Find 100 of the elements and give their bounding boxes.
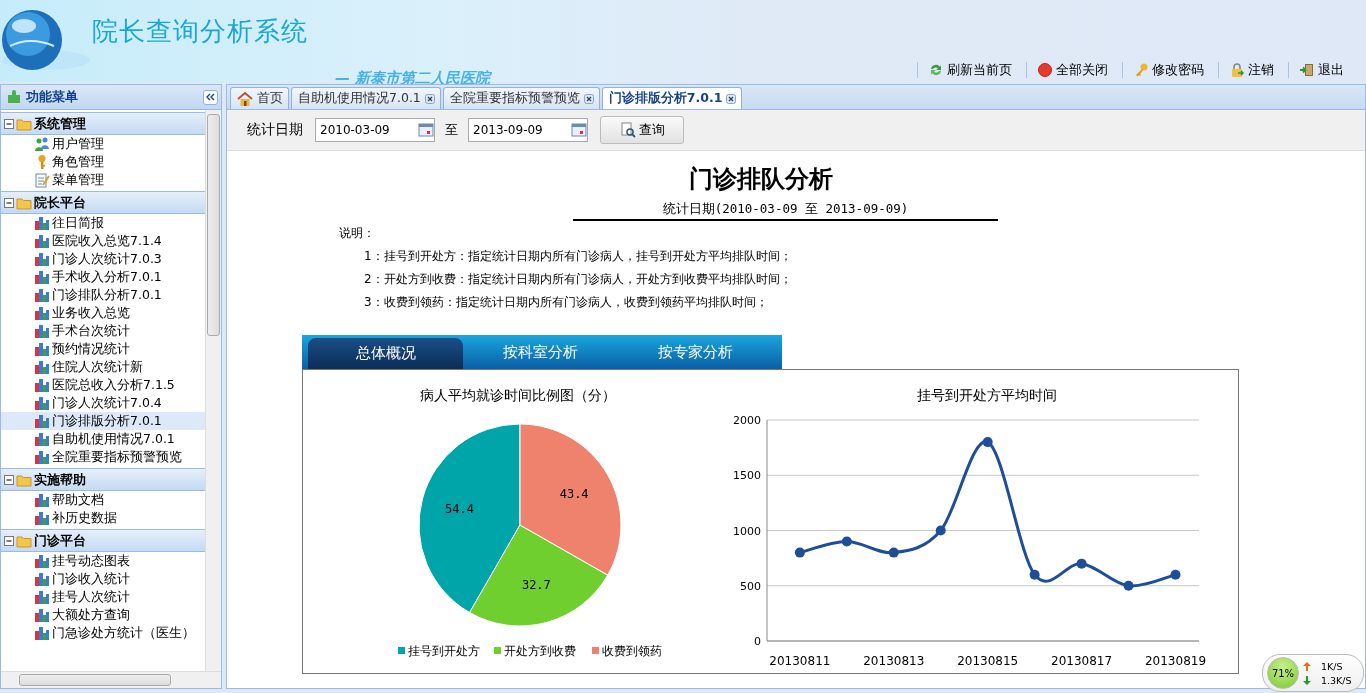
sidebar-title: 功能菜单: [26, 88, 79, 106]
toolbar-button[interactable]: 全部关闭: [1026, 62, 1122, 78]
axis-label: 500: [740, 579, 762, 593]
date-field[interactable]: 2013-09-09: [468, 118, 588, 142]
bar-chart-icon: [34, 251, 50, 267]
notepad-icon: [34, 172, 50, 188]
data-point: [1029, 569, 1040, 580]
bar-chart-icon: [34, 553, 50, 569]
data-point: [841, 536, 852, 547]
tab[interactable]: 首页: [230, 87, 289, 109]
date-field[interactable]: 2010-03-09: [315, 118, 435, 142]
collapse-icon[interactable]: [4, 118, 14, 129]
bar-chart-icon: [34, 287, 50, 303]
query-button[interactable]: 查询: [600, 116, 684, 144]
range-separator: 至: [445, 121, 458, 139]
menu-item[interactable]: 手术收入分析7.0.1: [1, 268, 205, 286]
bar-chart-icon: [34, 607, 50, 623]
bar-chart-icon: [34, 395, 50, 411]
bar-chart-icon: [34, 359, 50, 375]
upload-rate: 1K/S: [1321, 660, 1343, 672]
menu-item[interactable]: 门诊排队分析7.0.1: [1, 286, 205, 304]
toolbar-button[interactable]: 退出: [1288, 62, 1358, 78]
axis-label: 20130813: [863, 654, 925, 668]
tab[interactable]: 自助机使用情况7.0.1: [291, 87, 441, 109]
collapse-icon[interactable]: [4, 535, 14, 546]
menu-item[interactable]: 补历史数据: [1, 509, 205, 527]
puzzle-icon: [6, 89, 22, 105]
menu-item[interactable]: 挂号动态图表: [1, 552, 205, 570]
axis-label: 20130815: [957, 654, 1019, 668]
bar-chart-icon: [34, 571, 50, 587]
menu-item[interactable]: 门诊人次统计7.0.4: [1, 394, 205, 412]
close-icon[interactable]: [424, 93, 435, 104]
double-chevron-icon: [206, 93, 215, 101]
toolbar-button[interactable]: 修改密码: [1122, 62, 1218, 78]
data-point: [794, 547, 805, 558]
collapse-icon[interactable]: [4, 474, 14, 485]
menu-item[interactable]: 医院总收入分析7.1.5: [1, 376, 205, 394]
menu-item[interactable]: 大额处方查询: [1, 606, 205, 624]
bar-chart-icon: [34, 492, 50, 508]
calendar-icon: [418, 122, 434, 138]
data-label: 54.4: [445, 501, 474, 516]
menu-item[interactable]: 全院重要指标预警预览: [1, 448, 205, 466]
close-icon[interactable]: [726, 93, 737, 104]
close-icon[interactable]: [583, 93, 594, 104]
menu-item[interactable]: 挂号人次统计: [1, 588, 205, 606]
toolbar-button[interactable]: 注销: [1218, 62, 1288, 78]
scrollbar[interactable]: [1, 671, 221, 688]
notes-heading: 说明：: [339, 225, 376, 242]
axis-label: 2000: [733, 414, 762, 427]
bar-chart-icon: [34, 449, 50, 465]
chart-tab[interactable]: 按科室分析: [463, 335, 618, 369]
bar-chart-icon: [34, 377, 50, 393]
menu-item[interactable]: 菜单管理: [1, 171, 205, 189]
menu-item[interactable]: 手术台次统计: [1, 322, 205, 340]
chart-title: 挂号到开处方平均时间: [917, 387, 1058, 403]
usage-gauge: 71%: [1267, 657, 1299, 689]
axis-label: 20130819: [1145, 654, 1207, 668]
note-text: 1：挂号到开处方：指定统计日期内所有门诊病人，挂号到开处方平均排队时间；: [364, 248, 793, 265]
date-range: 统计日期(2010-03-09 至 2013-09-09): [573, 201, 998, 221]
menu-item[interactable]: 往日简报: [1, 214, 205, 232]
data-point: [1076, 558, 1087, 569]
collapse-button[interactable]: [203, 89, 218, 105]
bar-chart-icon: [34, 625, 50, 641]
chart-tab[interactable]: 按专家分析: [618, 335, 773, 369]
legend-item: 开处方到收费: [494, 644, 576, 658]
tab[interactable]: 门诊排版分析7.0.1: [601, 87, 743, 109]
door-icon: [1299, 62, 1315, 78]
data-point: [935, 525, 946, 536]
data-point: [1123, 580, 1134, 591]
bar-chart-icon: [34, 510, 50, 526]
upload-icon: [1303, 661, 1311, 671]
scrollbar[interactable]: [205, 110, 221, 671]
menu-item[interactable]: 自助机使用情况7.0.1: [1, 430, 205, 448]
bar-chart-icon: [34, 341, 50, 357]
menu-item[interactable]: 业务收入总览: [1, 304, 205, 322]
lock-icon: [1229, 62, 1245, 78]
menu-item[interactable]: 医院收入总览7.1.4: [1, 232, 205, 250]
chart-tab[interactable]: 总体概况: [308, 338, 463, 369]
download-icon: [1303, 675, 1311, 685]
tab[interactable]: 全院重要指标预警预览: [442, 87, 600, 109]
menu-item[interactable]: 用户管理: [1, 135, 205, 153]
bar-chart-icon: [34, 305, 50, 321]
menu-item[interactable]: 帮助文档: [1, 491, 205, 509]
bar-chart-icon: [34, 215, 50, 231]
toolbar-button[interactable]: 刷新当前页: [917, 62, 1026, 78]
refresh-icon: [928, 62, 944, 78]
menu-item[interactable]: 门诊收入统计: [1, 570, 205, 588]
calendar-icon: [571, 122, 587, 138]
menu-item[interactable]: 门诊排版分析7.0.1: [1, 412, 205, 430]
menu-item[interactable]: 住院人次统计新: [1, 358, 205, 376]
data-point: [888, 547, 899, 558]
home-icon: [237, 90, 253, 107]
legend-item: 挂号到开处方: [398, 644, 480, 658]
axis-label: 0: [754, 635, 762, 648]
menu-item[interactable]: 门急诊处方统计（医生）: [1, 624, 205, 642]
menu-item[interactable]: 角色管理: [1, 153, 205, 171]
menu-item[interactable]: 预约情况统计: [1, 340, 205, 358]
menu-item[interactable]: 门诊人次统计7.0.3: [1, 250, 205, 268]
collapse-icon[interactable]: [4, 197, 14, 208]
field-label: 统计日期: [247, 121, 303, 139]
